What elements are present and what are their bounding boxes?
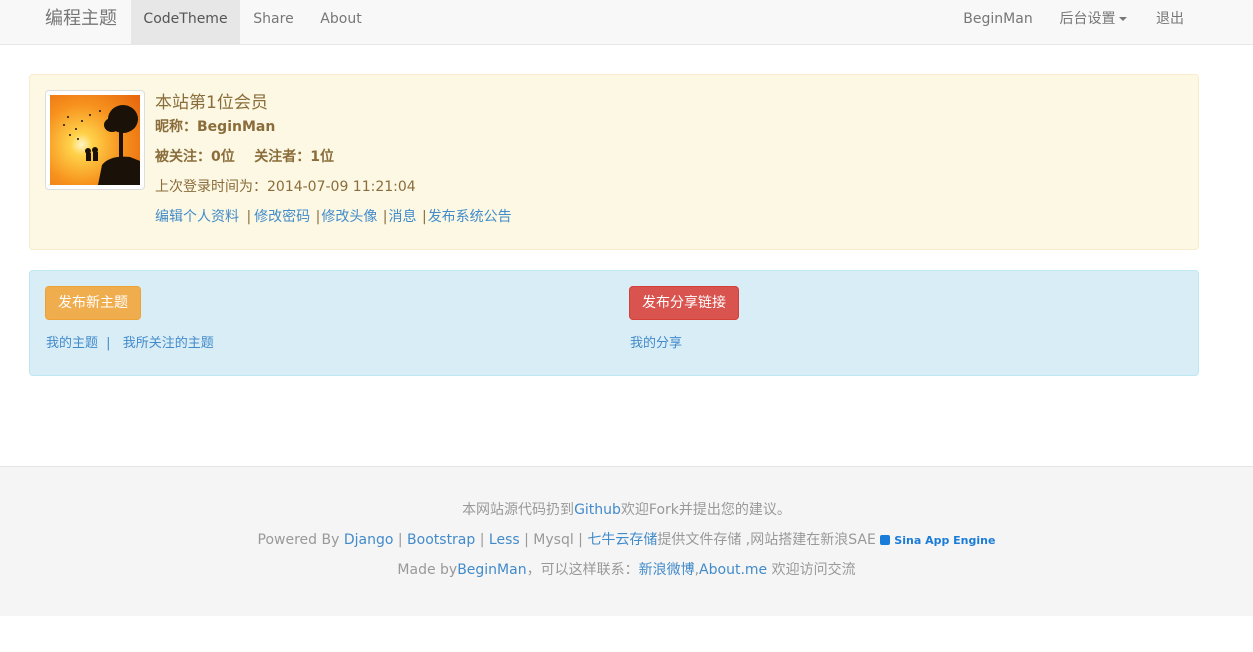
share-link-button[interactable]: 发布分享链接 bbox=[629, 286, 739, 320]
footer-text: 本网站源代码扔到 bbox=[462, 502, 575, 518]
footer-text: Made by bbox=[397, 562, 458, 578]
new-topic-button[interactable]: 发布新主题 bbox=[45, 286, 141, 320]
followed-topics-link[interactable]: 我所关注的主题 bbox=[123, 336, 214, 351]
nav-codetheme[interactable]: CodeTheme bbox=[131, 0, 240, 44]
admin-settings-label: 后台设置 bbox=[1059, 11, 1116, 27]
publish-announcement-link[interactable]: 发布系统公告 bbox=[428, 209, 512, 225]
sae-logo-icon bbox=[880, 535, 891, 545]
sae-badge-text: Sina App Engine bbox=[894, 534, 996, 547]
following-count: 关注者：1位 bbox=[254, 149, 334, 165]
nickname-label: 昵称： bbox=[155, 119, 197, 135]
less-link[interactable]: Less bbox=[489, 532, 520, 548]
profile-panel: 本站第1位会员 昵称：BeginMan 被关注：0位 关注者：1位 上次登录时间… bbox=[29, 74, 1199, 250]
actions-panel: 发布新主题 我的主题 | 我所关注的主题 发布分享链接 我的分享 bbox=[29, 270, 1199, 376]
weibo-link[interactable]: 新浪微博 bbox=[639, 562, 695, 578]
django-link[interactable]: Django bbox=[344, 532, 394, 548]
nickname-line: 昵称：BeginMan bbox=[155, 116, 275, 136]
nav-user[interactable]: BeginMan bbox=[951, 0, 1045, 44]
author-link[interactable]: BeginMan bbox=[457, 562, 526, 578]
aboutme-link[interactable]: About.me bbox=[699, 562, 767, 578]
separator: | bbox=[246, 209, 252, 225]
separator: | bbox=[382, 209, 388, 225]
footer-author-line: Made byBeginMan，可以这样联系：新浪微博,About.me 欢迎访… bbox=[0, 559, 1253, 579]
top-navbar: 编程主题 CodeTheme Share About BeginMan 后台设置… bbox=[0, 0, 1253, 45]
my-topics-link[interactable]: 我的主题 bbox=[46, 336, 98, 351]
my-shares-link[interactable]: 我的分享 bbox=[630, 336, 682, 351]
footer: 本网站源代码扔到Github欢迎Fork并提出您的建议。 Powered By … bbox=[0, 466, 1253, 616]
github-link[interactable]: Github bbox=[574, 502, 621, 518]
last-login-value: 2014-07-09 11:21:04 bbox=[267, 179, 416, 195]
nickname-value: BeginMan bbox=[197, 119, 276, 135]
footer-text: ，可以这样联系： bbox=[526, 562, 639, 578]
footer-powered-line: Powered By Django | Bootstrap | Less | M… bbox=[257, 532, 996, 548]
followers-count: 被关注：0位 bbox=[155, 149, 235, 165]
edit-profile-link[interactable]: 编辑个人资料 bbox=[155, 209, 239, 225]
avatar-image bbox=[50, 95, 140, 185]
brand-link[interactable]: 编程主题 bbox=[45, 0, 117, 44]
logout-link[interactable]: 退出 bbox=[1141, 0, 1199, 44]
footer-source-line: 本网站源代码扔到Github欢迎Fork并提出您的建议。 bbox=[0, 499, 1253, 519]
nav-about[interactable]: About bbox=[307, 0, 375, 44]
caret-down-icon bbox=[1118, 17, 1127, 21]
admin-settings-dropdown[interactable]: 后台设置 bbox=[1045, 0, 1141, 44]
footer-text: 提供文件存储 ,网站搭建在新浪SAE bbox=[657, 532, 876, 548]
member-rank-title: 本站第1位会员 bbox=[155, 93, 268, 113]
last-login-label: 上次登录时间为： bbox=[155, 179, 267, 195]
qiniu-link[interactable]: 七牛云存储 bbox=[587, 532, 657, 548]
profile-links: 编辑个人资料 | 修改密码 |修改头像 |消息 |发布系统公告 bbox=[155, 206, 512, 226]
avatar bbox=[45, 90, 145, 190]
sae-badge-link[interactable]: Sina App Engine bbox=[880, 534, 995, 547]
share-links: 我的分享 bbox=[630, 332, 682, 351]
last-login-line: 上次登录时间为：2014-07-09 11:21:04 bbox=[155, 176, 416, 196]
follow-stats: 被关注：0位 关注者：1位 bbox=[155, 146, 334, 166]
bootstrap-link[interactable]: Bootstrap bbox=[407, 532, 475, 548]
footer-text: 欢迎Fork并提出您的建议。 bbox=[620, 502, 791, 518]
footer-text: Powered By bbox=[257, 532, 344, 548]
change-avatar-link[interactable]: 修改头像 bbox=[321, 209, 377, 225]
change-password-link[interactable]: 修改密码 bbox=[254, 209, 310, 225]
messages-link[interactable]: 消息 bbox=[389, 209, 417, 225]
topic-links: 我的主题 | 我所关注的主题 bbox=[46, 332, 214, 351]
nav-share[interactable]: Share bbox=[240, 0, 307, 44]
footer-text: 欢迎访问交流 bbox=[767, 562, 856, 578]
separator: | bbox=[421, 209, 427, 225]
separator: | bbox=[106, 336, 111, 351]
mysql-text: Mysql bbox=[533, 532, 574, 548]
